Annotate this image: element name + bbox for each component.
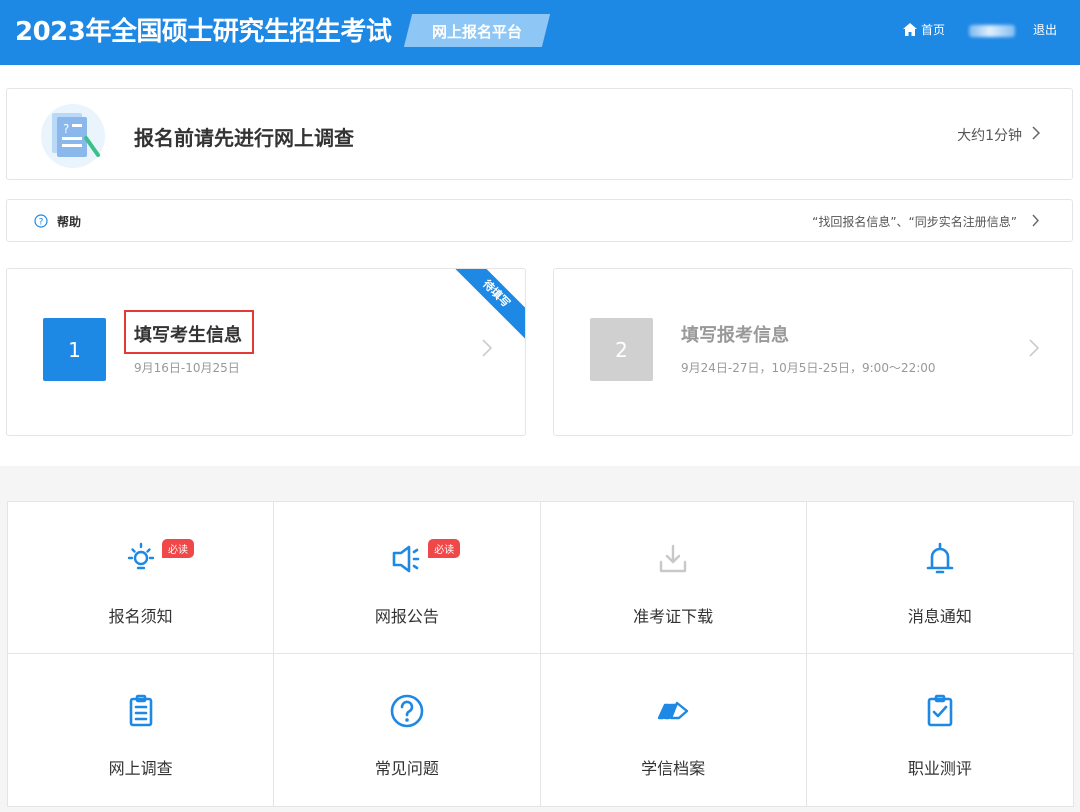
- platform-label: 网上报名平台: [431, 23, 522, 41]
- chevron-right-icon: [1032, 214, 1039, 227]
- step-date: 9月16日-10月25日: [134, 361, 240, 375]
- home-label: 首页: [921, 23, 946, 37]
- step-date: 9月24日-27日，10月5日-25日，9:00～22:00: [681, 361, 936, 375]
- tile-label: 职业测评: [907, 759, 972, 778]
- question-circle-icon: [390, 694, 424, 728]
- download-icon: [659, 544, 687, 573]
- platform-tag: 网上报名平台: [403, 14, 551, 47]
- tile-faq[interactable]: 常见问题: [274, 654, 541, 806]
- tile-registration-notice[interactable]: 必读 报名须知: [8, 502, 275, 654]
- chevron-right-icon: [482, 339, 492, 357]
- step-number: 2: [590, 318, 653, 381]
- logout-link[interactable]: 退出: [1033, 21, 1057, 38]
- tile-notifications[interactable]: 消息通知: [806, 502, 1073, 654]
- lightbulb-icon: [127, 542, 154, 570]
- survey-duration: 大约1分钟: [957, 128, 1022, 144]
- feature-grid: 必读 报名须知 必读 网报公告 准考证下载 消息通知 网上调查 常见问题 学信档…: [7, 501, 1074, 807]
- status-ribbon: 待填写: [449, 269, 525, 341]
- survey-title: 报名前请先进行网上调查: [134, 126, 354, 150]
- svg-text:?: ?: [39, 218, 44, 228]
- step-fill-candidate-info[interactable]: 1 填写考生信息 9月16日-10月25日 待填写: [6, 268, 526, 436]
- tile-label: 学信档案: [641, 759, 706, 778]
- tile-label: 网上调查: [108, 759, 173, 778]
- tile-online-survey[interactable]: 网上调查: [8, 654, 275, 806]
- help-hint: “找回报名信息”、“同步实名注册信息”: [812, 215, 1017, 229]
- step-fill-application-info[interactable]: 2 填写报考信息 9月24日-27日，10月5日-25日，9:00～22:00: [553, 268, 1073, 436]
- tile-label: 准考证下载: [633, 607, 714, 626]
- help-label: 帮助: [57, 215, 82, 229]
- survey-card[interactable]: ? 报名前请先进行网上调查 大约1分钟: [6, 88, 1073, 180]
- chevron-right-icon: [1032, 126, 1040, 140]
- tile-label: 网报公告: [374, 607, 439, 626]
- username-redacted: [969, 25, 1015, 37]
- chevron-right-icon: [1029, 339, 1039, 357]
- megaphone-icon: [392, 545, 420, 573]
- must-read-badge: 必读: [162, 539, 194, 558]
- tile-announcement[interactable]: 必读 网报公告: [274, 502, 541, 654]
- svg-text:?: ?: [63, 122, 69, 136]
- must-read-badge: 必读: [428, 539, 461, 558]
- tile-career-assessment[interactable]: 职业测评: [807, 654, 1073, 806]
- tile-label: 消息通知: [907, 607, 972, 626]
- step-title: 填写考生信息: [134, 325, 242, 346]
- clipboard-check-icon: [927, 694, 953, 727]
- help-question-icon: ?: [34, 214, 48, 228]
- home-link[interactable]: 首页: [903, 21, 945, 38]
- step-title: 填写报考信息: [681, 325, 789, 346]
- step-number: 1: [43, 318, 106, 381]
- top-header: 2023年全国硕士研究生招生考试 网上报名平台 首页 退出: [0, 0, 1080, 65]
- tile-admission-ticket-download[interactable]: 准考证下载: [540, 502, 807, 654]
- clipboard-list-icon: [129, 694, 152, 727]
- tile-label: 常见问题: [374, 759, 439, 778]
- tile-label: 报名须知: [108, 607, 173, 626]
- bell-icon: [926, 542, 954, 574]
- help-bar[interactable]: ? 帮助 “找回报名信息”、“同步实名注册信息”: [6, 199, 1073, 242]
- tile-academic-records[interactable]: 学信档案: [541, 654, 807, 806]
- archive-icon: [657, 701, 689, 720]
- survey-illustration-icon: ?: [41, 104, 105, 168]
- home-icon: [903, 23, 917, 36]
- exam-title: 2023年全国硕士研究生招生考试: [15, 17, 392, 47]
